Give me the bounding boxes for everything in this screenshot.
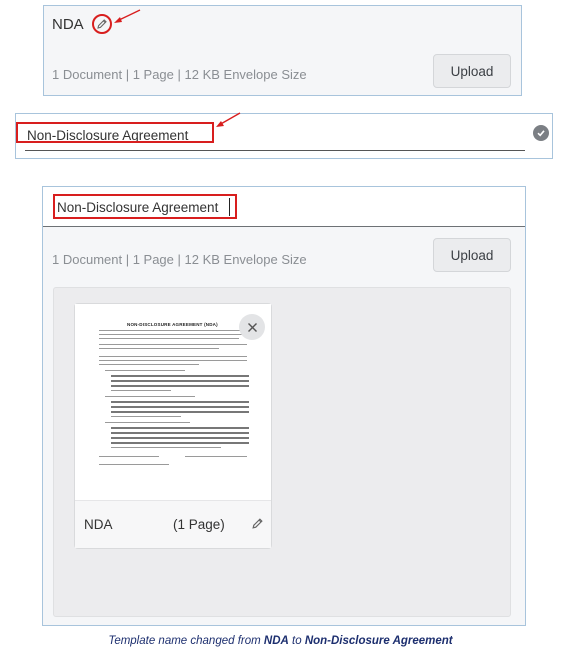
highlight-box	[16, 122, 214, 143]
pencil-icon	[97, 19, 107, 29]
red-arrow	[216, 112, 241, 127]
caption-prefix: Template name changed from	[108, 635, 264, 647]
close-icon	[247, 322, 257, 332]
text-cursor	[229, 198, 230, 216]
pencil-icon	[252, 518, 263, 529]
template-name: NDA	[52, 16, 84, 33]
confirm-button[interactable]	[533, 125, 549, 141]
envelope-summary: 1 Document | 1 Page | 12 KB Envelope Siz…	[52, 252, 307, 267]
check-icon	[537, 130, 545, 137]
upload-button[interactable]: Upload	[433, 54, 511, 88]
thumbnail-title: NON-DISCLOSURE AGREEMENT (NDA)	[127, 322, 218, 327]
template-panel-after: Non-Disclosure Agreement 1 Document | 1 …	[42, 186, 526, 626]
envelope-summary: 1 Document | 1 Page | 12 KB Envelope Siz…	[52, 67, 307, 82]
caption-middle: to	[288, 635, 305, 647]
template-name-edit-panel: Non-Disclosure Agreement	[15, 113, 553, 159]
document-card-footer: NDA (1 Page)	[75, 500, 271, 548]
document-card[interactable]: NON-DISCLOSURE AGREEMENT (NDA) NDA (1 Pa…	[74, 303, 272, 549]
template-name-field[interactable]: Non-Disclosure Agreement	[43, 187, 525, 227]
documents-area: NON-DISCLOSURE AGREEMENT (NDA) NDA (1 Pa…	[53, 287, 511, 617]
figure-caption: Template name changed from NDA to Non-Di…	[0, 635, 561, 647]
edit-name-button[interactable]	[92, 14, 112, 34]
rename-document-button[interactable]	[251, 517, 264, 535]
upload-button[interactable]: Upload	[433, 238, 511, 272]
remove-document-button[interactable]	[239, 314, 265, 340]
document-name: NDA	[84, 517, 113, 532]
caption-old-name: NDA	[263, 635, 289, 647]
template-name-value: Non-Disclosure Agreement	[57, 200, 219, 215]
red-arrow	[114, 9, 141, 23]
document-page-count: (1 Page)	[173, 517, 225, 532]
caption-new-name: Non-Disclosure Agreement	[304, 635, 453, 647]
